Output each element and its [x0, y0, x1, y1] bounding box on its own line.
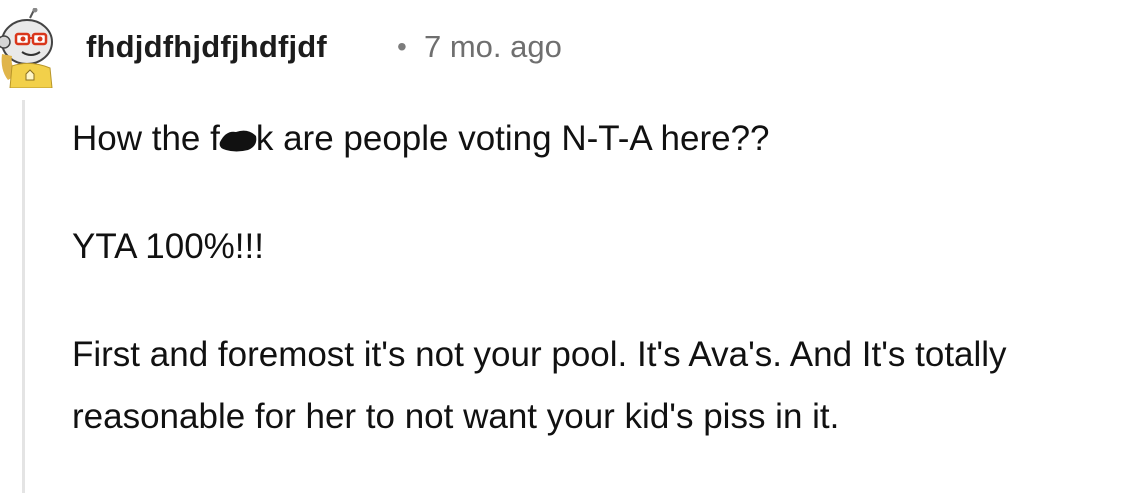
separator-dot: •	[397, 31, 407, 62]
comment-text-before-censor: How the f	[72, 119, 220, 158]
comment-author-link[interactable]: fhdjdfhjdfjhdfjdf	[86, 27, 327, 67]
comment-text-after-censor: k are people voting N-T-A here??	[255, 119, 770, 158]
snoo-avatar-icon[interactable]	[0, 7, 62, 89]
comment-paragraph-3: First and foremost it's not your pool. I…	[72, 335, 1007, 436]
censor-scribble	[218, 126, 258, 154]
comment-paragraph-2: YTA 100%!!!	[72, 227, 264, 266]
comment-body: How the f k are people voting N-T-A here?…	[72, 108, 1132, 448]
comment-paragraph-1: How the f k are people voting N-T-A here?…	[72, 108, 1132, 170]
comment-header: fhdjdfhjdfjhdfjdf • 7 mo. ago	[0, 0, 1135, 95]
comment-timestamp[interactable]: 7 mo. ago	[424, 27, 562, 67]
thread-line[interactable]	[22, 100, 25, 493]
